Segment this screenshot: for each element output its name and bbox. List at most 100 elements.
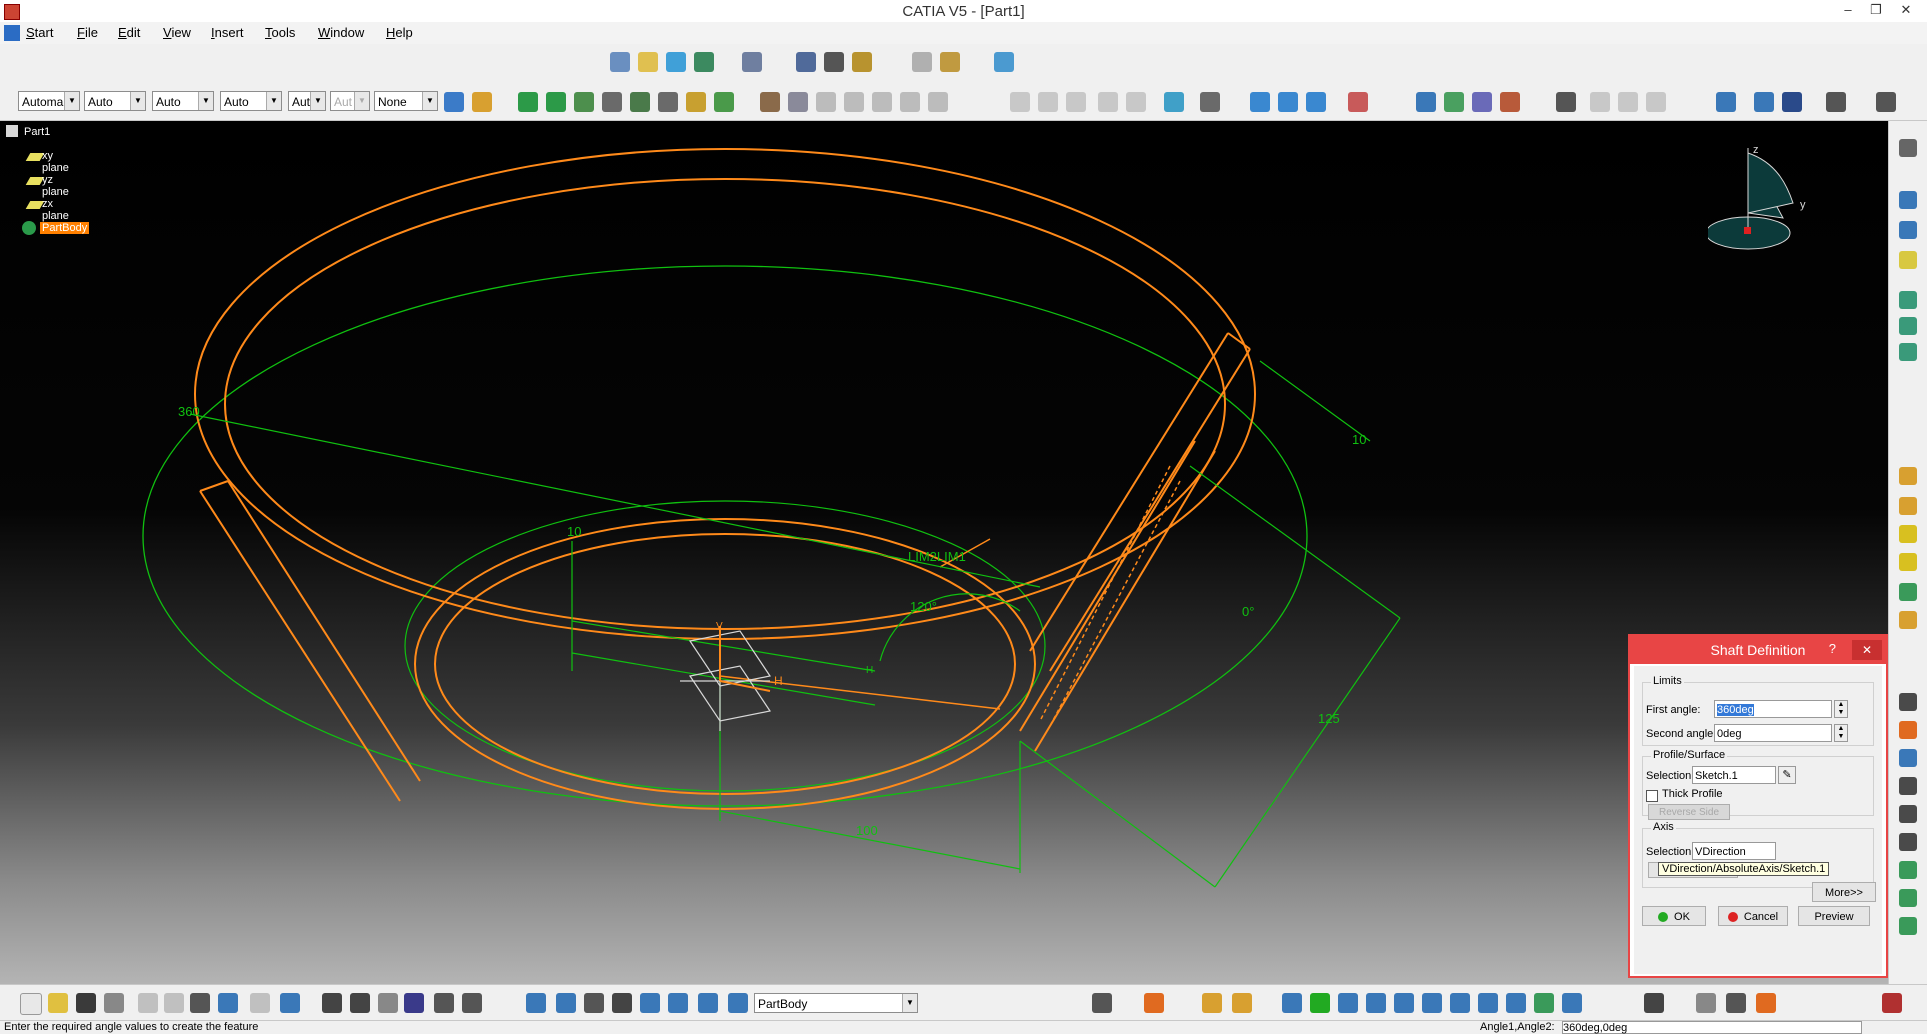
hole-icon[interactable] [1899,583,1917,601]
iso-view-icon[interactable] [1478,993,1498,1013]
remove-face-icon[interactable] [1899,833,1917,851]
painter-icon[interactable] [444,92,464,112]
tree-label-part1[interactable]: Part1 [24,126,50,138]
menu-insert[interactable]: Insert [211,25,244,40]
axis-system-icon[interactable] [1899,291,1917,309]
groove-icon[interactable] [1899,553,1917,571]
line-type-combo[interactable]: Auto ▼ [220,91,282,111]
disabled-tool-icon-3[interactable] [872,92,892,112]
tree-label-zx-plane[interactable]: zx plane [42,198,69,222]
ok-button[interactable]: OK [1642,906,1706,926]
pattern-icon[interactable] [1899,917,1917,935]
new-file-icon[interactable] [20,993,42,1015]
update-icon[interactable] [526,993,546,1013]
pocket-icon[interactable] [1899,497,1917,515]
transparency-combo[interactable]: Auto ▼ [84,91,146,111]
formula-fx-icon[interactable] [322,993,342,1013]
hide-show-icon[interactable] [1716,92,1736,112]
undo-gray-icon[interactable] [1010,92,1030,112]
multi-section-icon[interactable] [1472,92,1492,112]
select-icon[interactable] [1306,92,1326,112]
open-folder-icon[interactable] [48,993,68,1013]
grid-icon[interactable] [1278,92,1298,112]
boolean-icon[interactable] [1899,861,1917,879]
close-window-button[interactable]: ✕ [1892,0,1920,20]
shading-icon[interactable] [1506,993,1526,1013]
restore-button[interactable]: ❐ [1862,0,1890,20]
hide-icon[interactable] [1534,993,1554,1013]
measure-10-icon[interactable] [612,993,632,1013]
grid-dots-icon[interactable] [1782,92,1802,112]
multi-view-icon[interactable] [1450,993,1470,1013]
pan-icon[interactable] [1310,993,1330,1013]
axis-system-bottom-icon[interactable] [584,993,604,1013]
minimize-button[interactable]: – [1834,0,1862,20]
walk-icon[interactable] [1232,993,1252,1013]
define-work-object-icon[interactable] [728,993,748,1013]
spell-check-icon[interactable] [1696,993,1716,1013]
bar-tool-icon[interactable] [686,92,706,112]
capture-icon[interactable] [1644,993,1664,1013]
first-angle-input[interactable]: 360deg [1714,700,1832,718]
start-icon[interactable] [4,25,20,41]
menu-start[interactable]: Start [26,25,53,40]
redo-icon[interactable] [250,993,270,1013]
fit-all-icon[interactable] [1826,92,1846,112]
eraser-icon[interactable] [666,52,686,72]
point-type-combo[interactable]: Aut ▼ [288,91,326,111]
normal-view-icon[interactable] [1422,993,1442,1013]
body-tool-icon[interactable] [640,993,660,1013]
disabled-tool-icon-1[interactable] [816,92,836,112]
point-icon[interactable] [1899,191,1917,209]
sketch-pen-icon[interactable] [1876,92,1896,112]
table-icon[interactable] [788,92,808,112]
menu-view[interactable]: View [163,25,191,40]
first-angle-spinner[interactable]: ▲ ▼ [1834,700,1848,718]
constraint-icon[interactable] [574,92,594,112]
knowledge-icon[interactable] [350,993,370,1013]
tree-label-partbody[interactable]: PartBody [40,222,90,234]
menu-window[interactable]: Window [318,25,364,40]
transform-gray-icon-1[interactable] [1098,92,1118,112]
catalog-icon[interactable] [694,52,714,72]
measure-item-icon[interactable] [824,52,844,72]
paste-icon[interactable] [190,993,210,1013]
shell-icon[interactable] [1899,749,1917,767]
dialog-title[interactable]: Shaft Definition [1630,636,1886,664]
properties-brush-icon[interactable] [472,92,492,112]
pan-cross-icon[interactable] [546,92,566,112]
swap-space-icon[interactable] [1754,92,1774,112]
snap-icon[interactable] [1200,92,1220,112]
fit-all-bottom-icon[interactable] [1282,993,1302,1013]
measure-between-icon[interactable] [796,52,816,72]
copy-icon[interactable] [164,993,184,1013]
manual-update-icon[interactable] [556,993,576,1013]
print-icon[interactable] [742,52,762,72]
draw-icon[interactable] [1756,993,1776,1013]
dialog-close-button[interactable]: ✕ [1852,640,1882,660]
assembly-icon[interactable] [1899,343,1917,361]
second-angle-input[interactable]: 0deg [1714,724,1832,742]
pad-icon[interactable] [1899,467,1917,485]
sketch-icon[interactable] [610,52,630,72]
anchor-icon[interactable] [714,92,734,112]
positioned-sketch-icon[interactable] [638,52,658,72]
rib-icon[interactable] [1899,611,1917,629]
rotate-icon[interactable] [1338,993,1358,1013]
search-tool-icon[interactable] [1726,993,1746,1013]
comment-icon[interactable] [378,993,398,1013]
save-icon[interactable] [76,993,96,1013]
status-input-field[interactable]: 360deg,0deg [1562,1021,1862,1034]
color-combo[interactable]: Automa ▼ [18,91,80,111]
catalog-browser-icon[interactable] [434,993,454,1013]
settings-gear-icon[interactable] [1092,993,1112,1013]
menu-tools[interactable]: Tools [265,25,295,40]
gray-icon-6[interactable] [1590,92,1610,112]
layer-combo[interactable]: None ▼ [374,91,438,111]
fly-icon[interactable] [1202,993,1222,1013]
redo-gray-icon[interactable] [1038,92,1058,112]
cancel-button[interactable]: Cancel [1718,906,1788,926]
more-button[interactable]: More>> [1812,882,1876,902]
measure-inertia-icon[interactable] [852,52,872,72]
product-icon[interactable] [1899,317,1917,335]
